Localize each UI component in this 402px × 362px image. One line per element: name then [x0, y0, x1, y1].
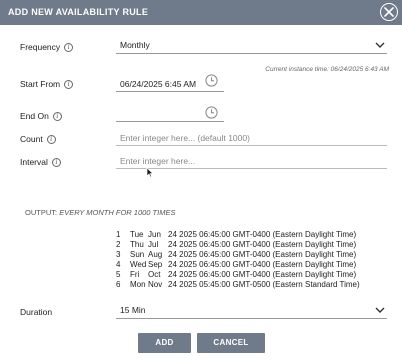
output-prefix: OUTPUT: — [25, 208, 58, 217]
start-from-label-group: Start From i — [20, 79, 74, 89]
clock-icon[interactable] — [205, 74, 218, 87]
dialog-title: ADD NEW AVAILABILITY RULE — [8, 7, 149, 17]
mouse-cursor-icon — [146, 167, 154, 178]
occurrence-month: Jul — [148, 240, 159, 249]
clock-icon[interactable] — [205, 106, 218, 119]
occurrence-datetime: 24 2025 06:45:00 GMT-0400 (Eastern Dayli… — [168, 270, 357, 279]
occurrence-number: 4 — [116, 260, 121, 269]
occurrence-month: Sep — [148, 260, 163, 269]
chevron-down-icon — [375, 42, 385, 48]
start-from-value: 06/24/2025 6:45 AM — [120, 79, 197, 89]
count-placeholder: Enter integer here... (default 1000) — [120, 133, 250, 143]
cancel-button[interactable]: CANCEL — [197, 333, 265, 353]
add-button[interactable]: ADD — [138, 333, 191, 353]
output-summary: OUTPUT: EVERY MONTH FOR 1000 TIMES — [25, 208, 175, 217]
close-icon — [384, 7, 394, 17]
count-label: Count — [20, 134, 43, 144]
frequency-label-group: Frequency i — [20, 42, 74, 52]
start-from-label: Start From — [20, 79, 61, 89]
occurrence-datetime: 24 2025 06:45:00 GMT-0400 (Eastern Dayli… — [168, 260, 357, 269]
occurrence-weekday: Thu — [130, 240, 144, 249]
end-on-label: End On — [20, 111, 49, 121]
occurrence-number: 3 — [116, 250, 121, 259]
info-icon[interactable]: i — [46, 134, 56, 144]
occurrence-datetime: 24 2025 06:45:00 GMT-0400 (Eastern Dayli… — [168, 250, 357, 259]
duration-label-group: Duration — [20, 307, 52, 317]
occurrence-weekday: Fri — [130, 270, 140, 279]
info-icon[interactable]: i — [64, 79, 74, 89]
occurrence-weekday: Wed — [130, 260, 147, 269]
dialog-header: ADD NEW AVAILABILITY RULE — [0, 0, 402, 25]
info-icon[interactable]: i — [51, 157, 61, 167]
occurrence-datetime: 24 2025 05:45:00 GMT-0500 (Eastern Stand… — [168, 280, 360, 289]
occurrence-month: Aug — [148, 250, 163, 259]
occurrence-list: 1 Tue Jun 24 2025 06:45:00 GMT-0400 (Easter… — [116, 230, 360, 290]
occurrence-number: 6 — [116, 280, 121, 289]
occurrence-weekday: Tue — [130, 230, 144, 239]
occurrence-number: 1 — [116, 230, 121, 239]
occurrence-number: 2 — [116, 240, 121, 249]
list-item: 4 Wed Sep 24 2025 06:45:00 GMT-0400 (Easter… — [116, 260, 360, 270]
duration-label: Duration — [20, 307, 53, 317]
list-item: 5 Fri Oct 24 2025 06:45:00 GMT-0400 (Easter… — [116, 270, 360, 280]
output-text: EVERY MONTH FOR 1000 TIMES — [59, 208, 176, 217]
close-button[interactable] — [380, 3, 398, 21]
list-item: 1 Tue Jun 24 2025 06:45:00 GMT-0400 (Easter… — [116, 230, 360, 240]
interval-input[interactable]: Enter integer here... — [116, 154, 387, 169]
info-icon[interactable]: i — [64, 42, 74, 52]
occurrence-number: 5 — [116, 270, 121, 279]
chevron-down-icon — [375, 307, 385, 313]
interval-label: Interval — [20, 157, 48, 167]
occurrence-datetime: 24 2025 06:45:00 GMT-0400 (Eastern Dayli… — [168, 230, 357, 239]
current-instance-time: Current instance time: 06/24/2025 6:43 A… — [265, 66, 389, 73]
occurrence-month: Jun — [148, 230, 161, 239]
frequency-label: Frequency — [20, 42, 61, 52]
occurrence-weekday: Mon — [130, 280, 146, 289]
duration-select[interactable]: 15 Min — [116, 304, 387, 319]
occurrence-datetime: 24 2025 06:45:00 GMT-0400 (Eastern Dayli… — [168, 240, 357, 249]
frequency-value: Monthly — [120, 40, 150, 50]
list-item: 6 Mon Nov 24 2025 05:45:00 GMT-0500 (Easter… — [116, 280, 360, 290]
info-icon[interactable]: i — [52, 111, 62, 121]
list-item: 2 Thu Jul 24 2025 06:45:00 GMT-0400 (Easter… — [116, 240, 360, 250]
count-input[interactable]: Enter integer here... (default 1000) — [116, 131, 387, 146]
interval-placeholder: Enter integer here... — [120, 156, 196, 166]
list-item: 3 Sun Aug 24 2025 06:45:00 GMT-0400 (Easter… — [116, 250, 360, 260]
occurrence-month: Nov — [148, 280, 163, 289]
duration-value: 15 Min — [120, 305, 146, 315]
occurrence-month: Oct — [148, 270, 161, 279]
count-label-group: Count i — [20, 134, 56, 144]
frequency-select[interactable]: Monthly — [116, 39, 387, 54]
interval-label-group: Interval i — [20, 157, 61, 167]
end-on-label-group: End On i — [20, 111, 62, 121]
occurrence-weekday: Sun — [130, 250, 145, 259]
